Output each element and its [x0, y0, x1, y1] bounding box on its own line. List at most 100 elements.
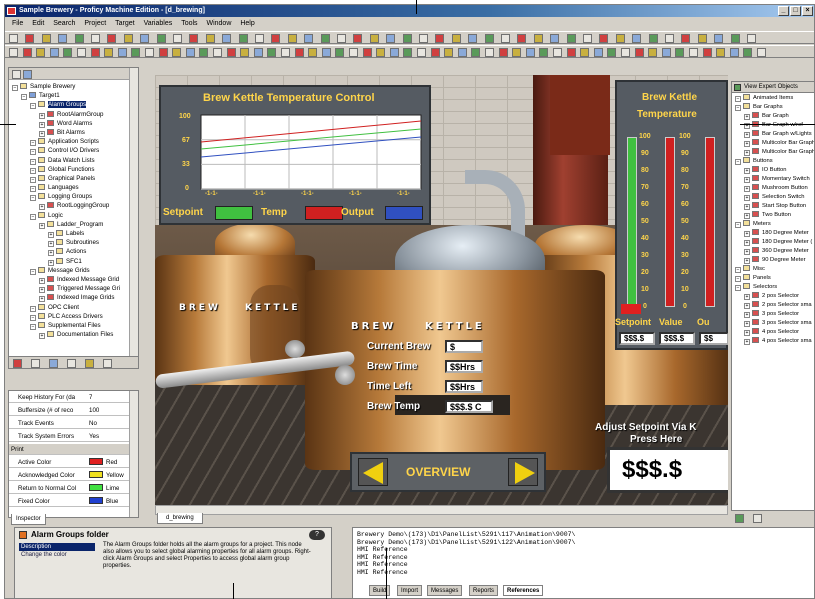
object-item[interactable]: +2 pos Selector sma: [732, 301, 814, 310]
expand-icon[interactable]: +: [39, 130, 45, 137]
expand-icon[interactable]: −: [735, 159, 741, 165]
prev-arrow-button[interactable]: [358, 458, 388, 486]
tree-item[interactable]: − Global Functions: [9, 165, 138, 174]
output-tab-messages[interactable]: Messages: [427, 585, 463, 596]
object-item[interactable]: + IO Button: [732, 166, 814, 175]
toolbar-button-icon[interactable]: [369, 34, 379, 43]
object-item[interactable]: +3 pos Selector sma: [732, 319, 814, 328]
setpoint-entry-box[interactable]: $$$.$: [607, 447, 728, 493]
tree-item[interactable]: − PLC Access Drivers: [9, 312, 138, 321]
expand-icon[interactable]: +: [39, 287, 45, 294]
toolbar-button-icon[interactable]: [485, 48, 494, 57]
menu-search[interactable]: Search: [53, 18, 75, 29]
object-item[interactable]: +4 pos Selector: [732, 328, 814, 337]
object-item[interactable]: + Selection Switch: [732, 193, 814, 202]
property-value[interactable]: Blue: [89, 496, 118, 507]
tab-d-brewing[interactable]: d_brewing: [157, 513, 203, 524]
property-value[interactable]: 100: [89, 405, 99, 416]
tree-item[interactable]: + RootLoggingGroup: [9, 201, 138, 211]
toolbar-button-icon[interactable]: [566, 48, 576, 57]
expand-icon[interactable]: −: [30, 305, 36, 312]
tree-item[interactable]: − Alarm Groups: [9, 100, 138, 110]
toolbar-button-icon[interactable]: [747, 34, 756, 43]
menu-window[interactable]: Window: [206, 18, 231, 29]
tree-item[interactable]: + Triggered Message Gri: [9, 284, 138, 294]
property-value[interactable]: Red: [89, 457, 117, 468]
expand-icon[interactable]: −: [735, 222, 741, 228]
nav-tab-manager-icon[interactable]: [67, 359, 76, 368]
expand-icon[interactable]: +: [48, 250, 54, 257]
expand-icon[interactable]: +: [744, 249, 750, 255]
toolbar-button-icon[interactable]: [501, 34, 510, 43]
output-tab-reports[interactable]: Reports: [469, 585, 499, 596]
expand-icon[interactable]: +: [744, 258, 750, 264]
toolbar-button-icon[interactable]: [689, 48, 698, 57]
object-item[interactable]: + Start Stop Button: [732, 202, 814, 211]
expand-icon[interactable]: −: [30, 149, 36, 156]
object-item[interactable]: + Bar Graph w/Lights: [732, 130, 814, 139]
tab-inspector[interactable]: Inspector: [11, 514, 46, 525]
tree-item[interactable]: − Logging Groups: [9, 192, 138, 202]
object-item[interactable]: − Buttons: [732, 157, 814, 166]
expand-icon[interactable]: +: [39, 333, 45, 340]
tree-item[interactable]: + Labels: [9, 229, 138, 238]
output-tab-import[interactable]: Import: [397, 585, 423, 596]
object-item[interactable]: +4 pos Selector sma: [732, 337, 814, 346]
tree-item[interactable]: + Bit Alarms: [9, 128, 138, 137]
nav-tab-project-icon[interactable]: [13, 359, 22, 368]
expand-icon[interactable]: +: [39, 112, 45, 119]
toolbar-button-icon[interactable]: [675, 48, 685, 57]
nav-tab-help-icon[interactable]: [85, 359, 94, 368]
object-item[interactable]: + Bar Graph w/ref: [732, 121, 814, 130]
expand-icon[interactable]: −: [735, 105, 741, 111]
property-row[interactable]: Keep History For (da 7: [9, 392, 138, 403]
object-item[interactable]: +3 pos Selector: [732, 310, 814, 319]
tree-item[interactable]: − Languages: [9, 183, 138, 193]
tree-item[interactable]: − Sample Brewery: [9, 82, 138, 91]
menu-variables[interactable]: Variables: [144, 18, 173, 29]
expand-icon[interactable]: +: [744, 114, 750, 120]
toolbar-button-icon[interactable]: [451, 34, 461, 43]
object-item[interactable]: + Bar Graph: [732, 112, 814, 121]
object-item[interactable]: +2 pos Selector: [732, 292, 814, 301]
toolbar-button-icon[interactable]: [90, 48, 100, 57]
expand-icon[interactable]: +: [744, 312, 750, 318]
property-row[interactable]: Return to Normal Col Lime: [9, 483, 138, 494]
toolbar-button-icon[interactable]: [457, 48, 467, 57]
object-item[interactable]: + Mushroom Button: [732, 184, 814, 193]
tree-item[interactable]: − Logic: [9, 211, 138, 220]
toolbar-button-icon[interactable]: [123, 34, 133, 43]
toolbar-button-icon[interactable]: [222, 34, 232, 43]
toolbar-button-icon[interactable]: [697, 34, 707, 43]
tree-item[interactable]: + Actions: [9, 247, 138, 257]
expand-icon[interactable]: +: [48, 232, 54, 238]
tree-item[interactable]: + Ladder_Program: [9, 220, 138, 229]
toolbar-button-icon[interactable]: [512, 48, 522, 57]
tree-item[interactable]: + Subroutines: [9, 238, 138, 248]
toolbar-button-icon[interactable]: [77, 48, 86, 57]
toolbar-button-icon[interactable]: [435, 34, 445, 43]
toolbar-button-icon[interactable]: [9, 34, 18, 43]
toolbar-button-icon[interactable]: [525, 48, 535, 57]
toolbar-button-icon[interactable]: [172, 48, 182, 57]
toolbar-button-icon[interactable]: [484, 34, 494, 43]
close-button[interactable]: ×: [802, 6, 813, 16]
toolbar-button-icon[interactable]: [199, 48, 209, 57]
toolbar-button-icon[interactable]: [294, 48, 304, 57]
minimize-button[interactable]: _: [778, 6, 789, 16]
tree-item[interactable]: − Control I/O Drivers: [9, 146, 138, 156]
toolbar-button-icon[interactable]: [665, 34, 674, 43]
object-item[interactable]: +180 Degree Meter: [732, 229, 814, 238]
expand-icon[interactable]: −: [30, 140, 36, 147]
navigator-view-icon[interactable]: [12, 70, 21, 79]
property-value[interactable]: Yes: [89, 431, 99, 442]
toolbar-button-icon[interactable]: [49, 48, 59, 57]
nav-tab-extra-icon[interactable]: [103, 359, 112, 368]
toolbar-button-icon[interactable]: [648, 48, 658, 57]
toolbar-button-icon[interactable]: [320, 34, 330, 43]
object-item[interactable]: + Multicolor Bar Graph: [732, 139, 814, 148]
object-item[interactable]: + Two Button: [732, 211, 814, 220]
toolbar-button-icon[interactable]: [145, 48, 154, 57]
property-value[interactable]: Yellow: [89, 470, 124, 481]
toolbar-button-icon[interactable]: [304, 34, 314, 43]
